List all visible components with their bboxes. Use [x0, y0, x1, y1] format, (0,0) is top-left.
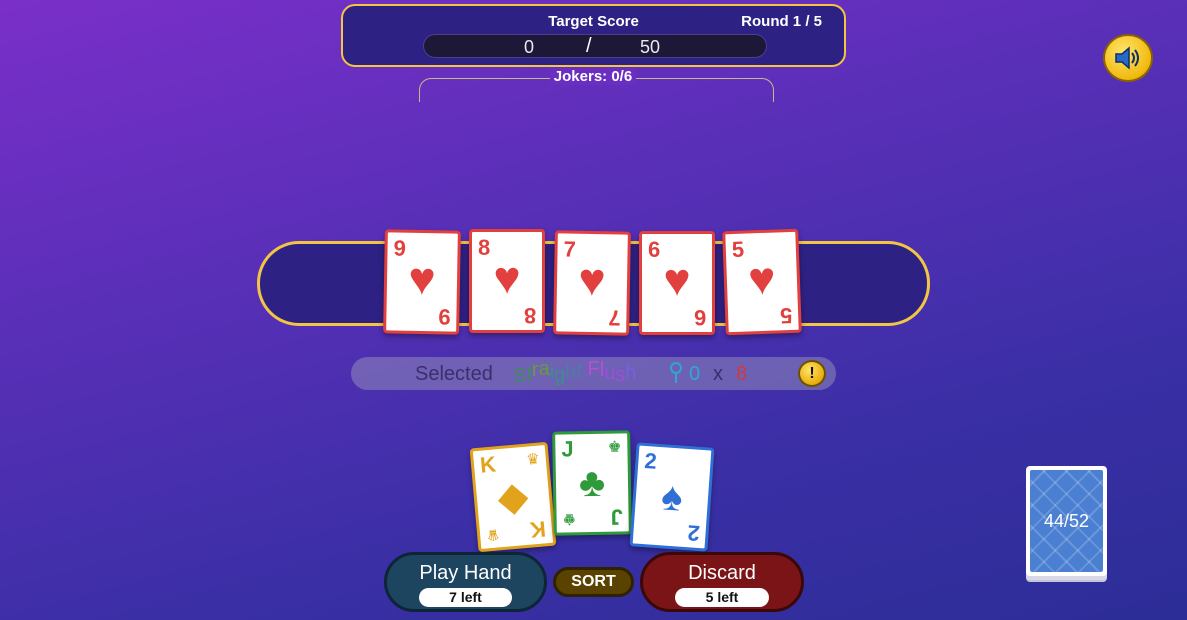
- card-rank: 5: [779, 302, 793, 329]
- discards-left: 5 left: [675, 588, 769, 607]
- draw-deck[interactable]: 44/52: [1026, 466, 1107, 582]
- crown-icon: ♛: [525, 450, 541, 469]
- hand-card-jack[interactable]: J ♚ ♣ ♚ J: [552, 430, 632, 536]
- mult-value: 8: [736, 363, 748, 385]
- target-score: 50: [640, 37, 661, 57]
- score-progress-bar: 0 / 50: [423, 34, 767, 58]
- card-rank: 5: [731, 236, 745, 263]
- heart-icon: ♥: [577, 253, 607, 306]
- spade-icon: ♠: [659, 474, 685, 520]
- played-card[interactable]: 9 ♥ 9: [383, 229, 461, 335]
- hand-card-king[interactable]: K ♛ ◆ ♛ K: [469, 441, 557, 553]
- crown-icon: ♚: [607, 438, 622, 456]
- club-icon: ♣: [578, 460, 606, 506]
- card-rank: 6: [648, 237, 661, 262]
- current-score: 0: [524, 37, 535, 57]
- card-rank: 2: [686, 520, 701, 546]
- card-rank: 6: [693, 305, 706, 330]
- discard-button[interactable]: Discard 5 left: [640, 552, 804, 612]
- jokers-label: Jokers: 0/6: [540, 68, 646, 85]
- card-rank: 9: [437, 304, 451, 330]
- hand-card-two[interactable]: 2 ♠ 2: [629, 442, 715, 552]
- card-rank: 8: [478, 235, 491, 260]
- card-rank: 7: [563, 236, 577, 262]
- heart-icon: ♥: [747, 251, 777, 305]
- card-rank: 8: [523, 303, 536, 328]
- card-rank: K: [528, 516, 547, 543]
- card-rank: 2: [643, 448, 658, 474]
- selected-hand-bar: Selected Straight Flush 0 x 8 !: [351, 357, 836, 390]
- diamond-crown-icon: ◆: [495, 473, 531, 521]
- card-rank: K: [479, 451, 498, 478]
- sound-toggle-button[interactable]: [1103, 34, 1153, 82]
- info-button[interactable]: !: [798, 360, 826, 387]
- exclamation-icon: !: [809, 365, 815, 382]
- discard-label: Discard: [688, 562, 756, 584]
- sort-button[interactable]: SORT: [553, 567, 634, 597]
- selected-label: Selected: [415, 363, 493, 385]
- score-separator: /: [586, 35, 592, 57]
- heart-icon: ♥: [407, 252, 437, 305]
- played-card[interactable]: 5 ♥ 5: [722, 228, 802, 336]
- speaker-icon: [1115, 46, 1139, 70]
- crown-icon: ♛: [485, 525, 501, 544]
- play-hand-label: Play Hand: [419, 562, 512, 584]
- hand-name: Straight Flush: [513, 358, 637, 387]
- deck-count: 44/52: [1030, 470, 1103, 572]
- plays-left: 7 left: [419, 588, 512, 607]
- card-rank: 7: [607, 305, 621, 331]
- deck-card-back: 44/52: [1026, 466, 1107, 576]
- crown-icon: ♚: [562, 510, 577, 528]
- card-rank: J: [610, 504, 623, 530]
- chips-value: 0: [689, 363, 701, 385]
- play-hand-button[interactable]: Play Hand 7 left: [384, 552, 547, 612]
- round-indicator: Round 1 / 5: [741, 13, 822, 30]
- chips-icon: [670, 362, 682, 383]
- heart-icon: ♥: [663, 253, 691, 306]
- score-panel: Target Score Round 1 / 5 0 / 50: [341, 4, 846, 67]
- card-rank: 9: [393, 235, 407, 261]
- played-card[interactable]: 7 ♥ 7: [553, 230, 631, 336]
- card-rank: J: [561, 436, 574, 462]
- played-card[interactable]: 8 ♥ 8: [469, 229, 545, 333]
- played-card[interactable]: 6 ♥ 6: [639, 231, 715, 335]
- heart-icon: ♥: [493, 251, 521, 304]
- times-sign: x: [713, 363, 723, 385]
